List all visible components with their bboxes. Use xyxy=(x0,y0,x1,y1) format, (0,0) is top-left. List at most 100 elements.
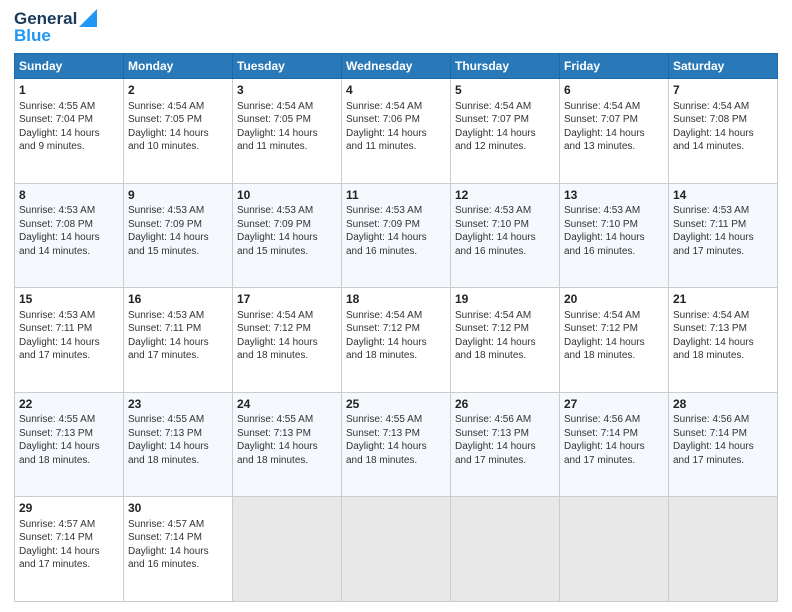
day-cell: 19 Sunrise: 4:54 AM Sunset: 7:12 PM Dayl… xyxy=(451,288,560,393)
sunrise-info: Sunrise: 4:54 AM xyxy=(128,101,204,112)
sunset-info: Sunset: 7:13 PM xyxy=(673,323,747,334)
day-cell: 10 Sunrise: 4:53 AM Sunset: 7:09 PM Dayl… xyxy=(233,183,342,288)
day-number: 5 xyxy=(455,82,555,98)
daylight-info: Daylight: 14 hours and 15 minutes. xyxy=(237,232,318,257)
daylight-info: Daylight: 14 hours and 15 minutes. xyxy=(128,232,209,257)
sunrise-info: Sunrise: 4:55 AM xyxy=(346,414,422,425)
day-cell: 3 Sunrise: 4:54 AM Sunset: 7:05 PM Dayli… xyxy=(233,79,342,184)
sunset-info: Sunset: 7:04 PM xyxy=(19,114,93,125)
sunset-info: Sunset: 7:13 PM xyxy=(346,428,420,439)
day-cell: 25 Sunrise: 4:55 AM Sunset: 7:13 PM Dayl… xyxy=(342,392,451,497)
day-cell xyxy=(451,497,560,602)
logo-triangle-icon xyxy=(79,9,97,27)
daylight-info: Daylight: 14 hours and 11 minutes. xyxy=(237,128,318,153)
sunset-info: Sunset: 7:10 PM xyxy=(564,219,638,230)
week-row-1: 1 Sunrise: 4:55 AM Sunset: 7:04 PM Dayli… xyxy=(15,79,778,184)
day-cell: 28 Sunrise: 4:56 AM Sunset: 7:14 PM Dayl… xyxy=(669,392,778,497)
sunrise-info: Sunrise: 4:54 AM xyxy=(346,101,422,112)
day-cell: 29 Sunrise: 4:57 AM Sunset: 7:14 PM Dayl… xyxy=(15,497,124,602)
sunset-info: Sunset: 7:14 PM xyxy=(673,428,747,439)
day-number: 12 xyxy=(455,187,555,203)
daylight-info: Daylight: 14 hours and 12 minutes. xyxy=(455,128,536,153)
weekday-header-thursday: Thursday xyxy=(451,54,560,79)
sunrise-info: Sunrise: 4:53 AM xyxy=(346,205,422,216)
sunrise-info: Sunrise: 4:56 AM xyxy=(673,414,749,425)
sunrise-info: Sunrise: 4:54 AM xyxy=(564,310,640,321)
daylight-info: Daylight: 14 hours and 18 minutes. xyxy=(564,337,645,362)
day-cell xyxy=(560,497,669,602)
daylight-info: Daylight: 14 hours and 17 minutes. xyxy=(19,546,100,571)
day-cell: 5 Sunrise: 4:54 AM Sunset: 7:07 PM Dayli… xyxy=(451,79,560,184)
day-number: 1 xyxy=(19,82,119,98)
sunrise-info: Sunrise: 4:54 AM xyxy=(237,310,313,321)
sunset-info: Sunset: 7:12 PM xyxy=(564,323,638,334)
week-row-5: 29 Sunrise: 4:57 AM Sunset: 7:14 PM Dayl… xyxy=(15,497,778,602)
day-cell: 8 Sunrise: 4:53 AM Sunset: 7:08 PM Dayli… xyxy=(15,183,124,288)
day-cell: 16 Sunrise: 4:53 AM Sunset: 7:11 PM Dayl… xyxy=(124,288,233,393)
day-cell: 20 Sunrise: 4:54 AM Sunset: 7:12 PM Dayl… xyxy=(560,288,669,393)
daylight-info: Daylight: 14 hours and 14 minutes. xyxy=(19,232,100,257)
day-number: 13 xyxy=(564,187,664,203)
day-number: 29 xyxy=(19,500,119,516)
day-cell: 1 Sunrise: 4:55 AM Sunset: 7:04 PM Dayli… xyxy=(15,79,124,184)
sunset-info: Sunset: 7:07 PM xyxy=(455,114,529,125)
day-cell: 27 Sunrise: 4:56 AM Sunset: 7:14 PM Dayl… xyxy=(560,392,669,497)
daylight-info: Daylight: 14 hours and 17 minutes. xyxy=(19,337,100,362)
weekday-header-row: SundayMondayTuesdayWednesdayThursdayFrid… xyxy=(15,54,778,79)
week-row-3: 15 Sunrise: 4:53 AM Sunset: 7:11 PM Dayl… xyxy=(15,288,778,393)
sunset-info: Sunset: 7:12 PM xyxy=(455,323,529,334)
day-number: 26 xyxy=(455,396,555,412)
sunrise-info: Sunrise: 4:53 AM xyxy=(128,205,204,216)
daylight-info: Daylight: 14 hours and 18 minutes. xyxy=(128,441,209,466)
day-number: 3 xyxy=(237,82,337,98)
day-cell: 22 Sunrise: 4:55 AM Sunset: 7:13 PM Dayl… xyxy=(15,392,124,497)
sunset-info: Sunset: 7:08 PM xyxy=(19,219,93,230)
day-cell xyxy=(233,497,342,602)
sunrise-info: Sunrise: 4:54 AM xyxy=(346,310,422,321)
day-number: 19 xyxy=(455,291,555,307)
daylight-info: Daylight: 14 hours and 14 minutes. xyxy=(673,128,754,153)
day-number: 16 xyxy=(128,291,228,307)
sunset-info: Sunset: 7:13 PM xyxy=(19,428,93,439)
sunset-info: Sunset: 7:09 PM xyxy=(237,219,311,230)
day-cell: 21 Sunrise: 4:54 AM Sunset: 7:13 PM Dayl… xyxy=(669,288,778,393)
weekday-header-wednesday: Wednesday xyxy=(342,54,451,79)
sunset-info: Sunset: 7:05 PM xyxy=(237,114,311,125)
sunset-info: Sunset: 7:06 PM xyxy=(346,114,420,125)
weekday-header-saturday: Saturday xyxy=(669,54,778,79)
day-number: 18 xyxy=(346,291,446,307)
week-row-2: 8 Sunrise: 4:53 AM Sunset: 7:08 PM Dayli… xyxy=(15,183,778,288)
daylight-info: Daylight: 14 hours and 17 minutes. xyxy=(673,232,754,257)
day-cell: 30 Sunrise: 4:57 AM Sunset: 7:14 PM Dayl… xyxy=(124,497,233,602)
day-cell: 13 Sunrise: 4:53 AM Sunset: 7:10 PM Dayl… xyxy=(560,183,669,288)
day-number: 15 xyxy=(19,291,119,307)
daylight-info: Daylight: 14 hours and 16 minutes. xyxy=(455,232,536,257)
day-cell: 9 Sunrise: 4:53 AM Sunset: 7:09 PM Dayli… xyxy=(124,183,233,288)
day-cell xyxy=(669,497,778,602)
sunrise-info: Sunrise: 4:54 AM xyxy=(455,101,531,112)
day-number: 20 xyxy=(564,291,664,307)
sunrise-info: Sunrise: 4:53 AM xyxy=(564,205,640,216)
day-number: 17 xyxy=(237,291,337,307)
sunset-info: Sunset: 7:09 PM xyxy=(346,219,420,230)
day-number: 24 xyxy=(237,396,337,412)
sunrise-info: Sunrise: 4:53 AM xyxy=(237,205,313,216)
sunrise-info: Sunrise: 4:53 AM xyxy=(19,205,95,216)
header: General Blue xyxy=(14,10,778,45)
day-number: 7 xyxy=(673,82,773,98)
sunrise-info: Sunrise: 4:53 AM xyxy=(19,310,95,321)
sunrise-info: Sunrise: 4:55 AM xyxy=(19,101,95,112)
sunrise-info: Sunrise: 4:56 AM xyxy=(564,414,640,425)
sunrise-info: Sunrise: 4:55 AM xyxy=(237,414,313,425)
sunrise-info: Sunrise: 4:53 AM xyxy=(673,205,749,216)
sunset-info: Sunset: 7:11 PM xyxy=(128,323,201,334)
day-cell: 14 Sunrise: 4:53 AM Sunset: 7:11 PM Dayl… xyxy=(669,183,778,288)
day-cell: 24 Sunrise: 4:55 AM Sunset: 7:13 PM Dayl… xyxy=(233,392,342,497)
day-cell: 4 Sunrise: 4:54 AM Sunset: 7:06 PM Dayli… xyxy=(342,79,451,184)
day-number: 23 xyxy=(128,396,228,412)
daylight-info: Daylight: 14 hours and 18 minutes. xyxy=(237,441,318,466)
sunset-info: Sunset: 7:10 PM xyxy=(455,219,529,230)
sunrise-info: Sunrise: 4:54 AM xyxy=(237,101,313,112)
sunset-info: Sunset: 7:05 PM xyxy=(128,114,202,125)
weekday-header-friday: Friday xyxy=(560,54,669,79)
